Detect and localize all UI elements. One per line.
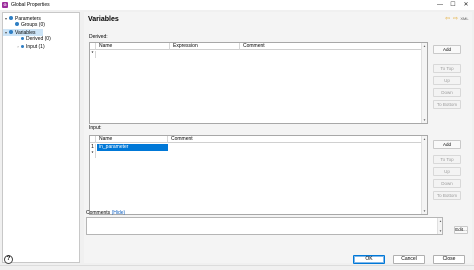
scroll-down-icon[interactable]: ▼: [422, 117, 427, 123]
derived-label: Derived:: [89, 34, 108, 40]
tree-item-variables[interactable]: ▾ Variables: [3, 29, 43, 36]
derived-scrollbar[interactable]: ▲ ▼: [421, 43, 427, 123]
tree-item-input[interactable]: › Input (1): [15, 43, 45, 50]
xml-icon[interactable]: XML: [460, 15, 469, 22]
new-row-marker[interactable]: *: [90, 151, 96, 158]
ok-button[interactable]: OK: [353, 255, 385, 264]
close-button[interactable]: Close: [433, 255, 465, 264]
navigation-tree: ▾ Parameters Groups (0) ▾ Variables Derive…: [2, 12, 80, 263]
derived-up-button[interactable]: Up: [433, 76, 461, 85]
input-scrollbar[interactable]: ▲ ▼: [421, 136, 427, 214]
column-header-expression[interactable]: Expression: [170, 43, 240, 50]
input-add-button[interactable]: Add: [433, 140, 461, 149]
derived-to-bottom-button[interactable]: To Bottom: [433, 100, 461, 109]
input-table-header: Name Comment: [90, 136, 427, 143]
scroll-down-icon[interactable]: ▼: [438, 228, 443, 234]
table-cell-name[interactable]: in_parameter: [97, 144, 168, 151]
parameters-node-icon: [9, 16, 13, 20]
help-icon[interactable]: ?: [4, 255, 13, 264]
variables-panel: Variables ⇦ ⇨ XML Derived: Name Expression…: [84, 12, 472, 263]
column-header-name[interactable]: Name: [96, 136, 168, 143]
back-arrow-icon[interactable]: ⇦: [444, 16, 451, 23]
groups-node-icon: [15, 22, 19, 26]
tree-item-label: Groups (0): [21, 22, 45, 28]
tree-item-groups[interactable]: Groups (0): [9, 22, 45, 29]
hide-comments-link[interactable]: (Hide): [112, 210, 126, 216]
window-title: Global Properties: [11, 2, 50, 8]
input-label: Input:: [89, 125, 102, 131]
input-table[interactable]: Name Comment 1 in_parameter * ▲ ▼: [89, 135, 428, 215]
derived-down-button[interactable]: Down: [433, 88, 461, 97]
derived-table[interactable]: Name Expression Comment * ▲ ▼: [89, 42, 428, 124]
input-up-button[interactable]: Up: [433, 167, 461, 176]
derived-add-button[interactable]: Add: [433, 45, 461, 54]
tree-item-parameters[interactable]: ▾ Parameters: [3, 15, 41, 22]
maximize-icon[interactable]: ☐: [449, 1, 457, 9]
tree-item-label: Input (1): [26, 44, 45, 50]
app-logo-icon: G: [2, 2, 8, 8]
comments-label-text: Comments: [86, 210, 111, 216]
input-to-bottom-button[interactable]: To Bottom: [433, 191, 461, 200]
input-down-button[interactable]: Down: [433, 179, 461, 188]
column-header-comment[interactable]: Comment: [240, 43, 422, 50]
variables-node-icon: [9, 30, 13, 34]
input-to-top-button[interactable]: To Top: [433, 155, 461, 164]
comments-textarea[interactable]: ▲ ▼: [86, 217, 443, 235]
comments-scrollbar[interactable]: ▲ ▼: [437, 218, 442, 234]
minimize-icon[interactable]: —: [436, 1, 444, 9]
page-title: Variables: [88, 16, 119, 23]
tree-item-derived[interactable]: Derived (0): [15, 36, 51, 43]
scroll-up-icon[interactable]: ▲: [422, 136, 427, 142]
tree-item-label: Derived (0): [26, 36, 51, 42]
row-number[interactable]: 1: [90, 144, 96, 151]
new-row-marker[interactable]: *: [90, 51, 96, 58]
forward-arrow-icon[interactable]: ⇨: [452, 16, 459, 23]
scroll-down-icon[interactable]: ▼: [422, 208, 427, 214]
column-header-name[interactable]: Name: [96, 43, 170, 50]
derived-node-icon: [21, 37, 24, 40]
close-icon[interactable]: ✕: [462, 1, 470, 9]
scroll-up-icon[interactable]: ▲: [422, 43, 427, 49]
column-header-comment[interactable]: Comment: [168, 136, 422, 143]
scroll-up-icon[interactable]: ▲: [438, 218, 443, 224]
footer-divider: [0, 265, 474, 266]
input-node-icon: [21, 45, 24, 48]
derived-to-top-button[interactable]: To Top: [433, 64, 461, 73]
table-cell-comment[interactable]: [169, 144, 422, 151]
edit-comments-button[interactable]: Edit...: [454, 226, 468, 234]
comments-label: Comments (Hide): [86, 210, 125, 216]
derived-table-header: Name Expression Comment: [90, 43, 427, 50]
title-bar: G Global Properties — ☐ ✕: [0, 0, 474, 10]
nav-toolbar: ⇦ ⇨ XML: [443, 15, 469, 23]
cancel-button[interactable]: Cancel: [393, 255, 425, 264]
